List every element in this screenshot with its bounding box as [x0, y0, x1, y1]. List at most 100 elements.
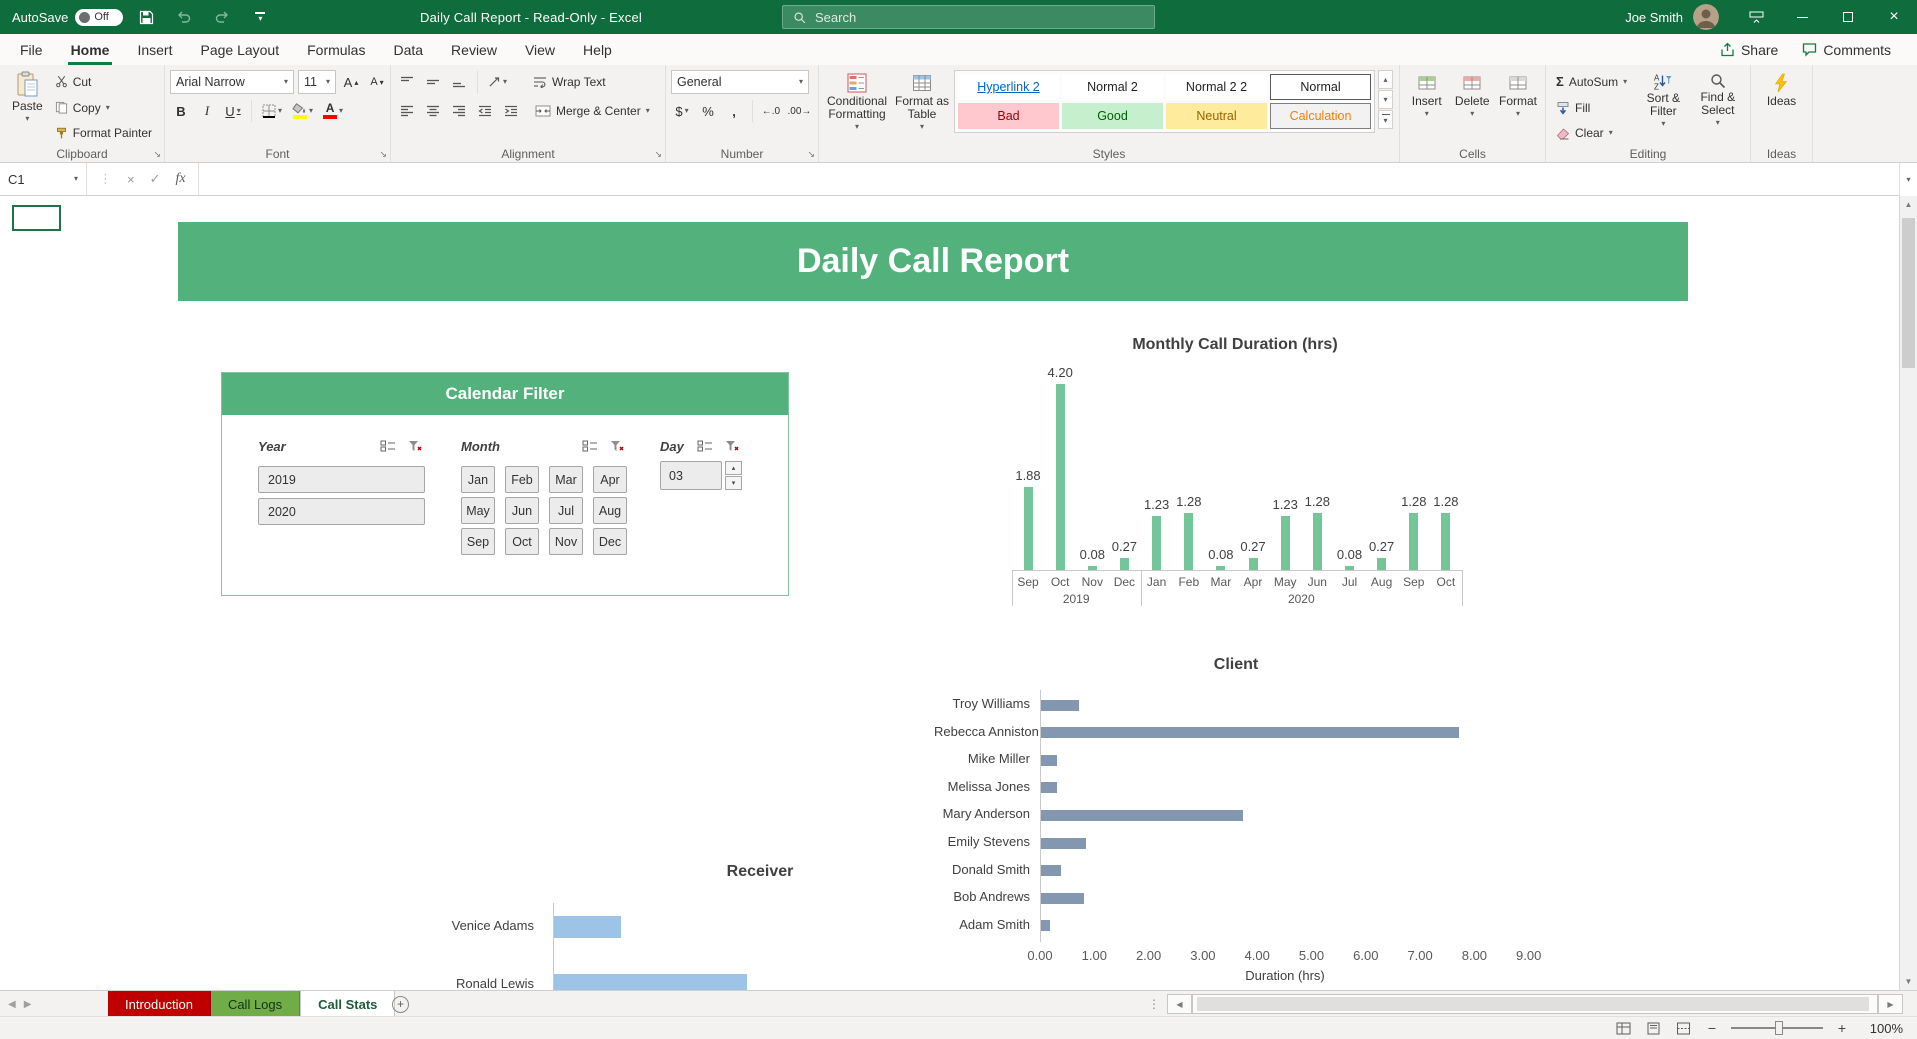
sort-filter-button[interactable]: AZ Sort & Filter ▾ [1636, 68, 1690, 145]
underline-button[interactable]: U ▾ [222, 99, 244, 123]
cancel-icon[interactable]: × [127, 172, 135, 187]
vertical-scrollbar[interactable]: ▲ ▼ [1899, 196, 1917, 990]
vertical-scrollbar-thumb[interactable] [1902, 218, 1915, 368]
find-select-button[interactable]: Find & Select ▾ [1691, 68, 1745, 145]
undo-button[interactable] [169, 0, 199, 34]
minimize-button[interactable] [1779, 0, 1825, 34]
insert-function-icon[interactable]: fx [176, 171, 186, 187]
save-button[interactable] [131, 0, 161, 34]
percent-style-button[interactable]: % [697, 99, 719, 123]
zoom-out-button[interactable]: − [1703, 1020, 1721, 1036]
delete-cells-button[interactable]: Delete ▾ [1451, 68, 1495, 145]
cell-style-normal-2[interactable]: Normal 2 [1062, 74, 1163, 100]
month-clear-filter-button[interactable] [606, 437, 627, 455]
name-box[interactable]: C1 ▾ [0, 163, 86, 195]
merge-center-button[interactable]: Merge & Center ▾ [530, 99, 655, 123]
slicer-item-month-jul[interactable]: Jul [549, 497, 583, 524]
year-multi-select-button[interactable] [377, 437, 398, 455]
enter-icon[interactable]: ✓ [150, 171, 161, 187]
slicer-item-month-may[interactable]: May [461, 497, 495, 524]
align-left-button[interactable] [396, 99, 418, 123]
sheet-tab-introduction[interactable]: Introduction [108, 991, 211, 1017]
comments-button[interactable]: Comments [1794, 34, 1899, 65]
gallery-more-button[interactable]: ▾ [1378, 110, 1393, 129]
horizontal-scrollbar[interactable] [1192, 994, 1878, 1014]
scroll-up-button[interactable]: ▲ [1900, 196, 1917, 213]
scroll-down-button[interactable]: ▼ [1900, 973, 1917, 990]
font-color-button[interactable]: A ▾ [320, 99, 346, 123]
increase-indent-button[interactable] [500, 99, 522, 123]
day-clear-filter-button[interactable] [721, 437, 742, 455]
slicer-item-year-2020[interactable]: 2020 [258, 498, 425, 525]
decrease-indent-button[interactable] [474, 99, 496, 123]
font-name-select[interactable]: Arial Narrow ▾ [170, 70, 294, 94]
search-box[interactable]: Search [782, 5, 1155, 29]
gallery-scroll-up-button[interactable]: ▴ [1378, 70, 1393, 89]
month-multi-select-button[interactable] [579, 437, 600, 455]
zoom-slider-thumb[interactable] [1775, 1021, 1783, 1035]
previous-sheet-button[interactable]: ◀ [8, 999, 16, 1010]
chart-receiver[interactable]: Receiver Venice Adams Ronald Lewis [440, 855, 1080, 990]
menu-tab-file[interactable]: File [6, 34, 57, 65]
slicer-item-month-dec[interactable]: Dec [593, 528, 627, 555]
normal-view-button[interactable] [1613, 1019, 1633, 1037]
worksheet-area[interactable]: Daily Call Report Calendar Filter Year 2… [0, 196, 1899, 990]
alignment-dialog-launcher[interactable]: ↘ [654, 150, 662, 159]
slicer-item-month-jun[interactable]: Jun [505, 497, 539, 524]
ribbon-display-options-button[interactable] [1733, 0, 1779, 34]
slicer-item-month-mar[interactable]: Mar [549, 466, 583, 493]
cell-style-hyperlink-2[interactable]: Hyperlink 2 [958, 74, 1059, 100]
clear-button[interactable]: Clear ▾ [1551, 121, 1636, 145]
maximize-button[interactable] [1825, 0, 1871, 34]
menu-tab-home[interactable]: Home [57, 34, 124, 65]
cell-style-normal-2-2[interactable]: Normal 2 2 [1166, 74, 1267, 100]
increase-decimal-button[interactable]: ←.0 [760, 99, 782, 123]
menu-tab-insert[interactable]: Insert [123, 34, 186, 65]
slicer-item-month-oct[interactable]: Oct [505, 528, 539, 555]
zoom-slider[interactable] [1731, 1021, 1823, 1035]
cut-button[interactable]: Cut [50, 70, 157, 94]
page-layout-view-button[interactable] [1643, 1019, 1663, 1037]
day-spinner-down-button[interactable]: ▾ [725, 476, 742, 490]
year-clear-filter-button[interactable] [404, 437, 425, 455]
zoom-level[interactable]: 100% [1861, 1021, 1903, 1036]
slicer-item-year-2019[interactable]: 2019 [258, 466, 425, 493]
cell-style-good[interactable]: Good [1062, 103, 1163, 129]
chart-monthly-call-duration[interactable]: Monthly Call Duration (hrs) 1.88 Sep 4.20 O… [995, 330, 1475, 630]
cell-style-neutral[interactable]: Neutral [1166, 103, 1267, 129]
copy-button[interactable]: Copy ▾ [50, 96, 157, 120]
page-break-preview-button[interactable] [1673, 1019, 1693, 1037]
format-cells-button[interactable]: Format ▾ [1496, 68, 1540, 145]
align-right-button[interactable] [448, 99, 470, 123]
formula-input[interactable] [199, 163, 1917, 195]
align-middle-button[interactable] [422, 70, 444, 94]
active-cell[interactable] [12, 205, 61, 231]
menu-tab-data[interactable]: Data [379, 34, 437, 65]
ideas-button[interactable]: Ideas [1763, 68, 1800, 145]
borders-button[interactable]: ▾ [259, 99, 285, 123]
new-sheet-button[interactable]: + [392, 991, 409, 1017]
italic-button[interactable]: I [196, 99, 218, 123]
sheet-tab-call-stats[interactable]: Call Stats [300, 991, 396, 1017]
slicer-item-month-feb[interactable]: Feb [505, 466, 539, 493]
clipboard-dialog-launcher[interactable]: ↘ [153, 150, 161, 159]
format-painter-button[interactable]: Format Painter [50, 121, 157, 145]
align-bottom-button[interactable] [448, 70, 470, 94]
autosave-toggle[interactable]: AutoSave Off [12, 8, 124, 26]
align-center-button[interactable] [422, 99, 444, 123]
menu-tab-help[interactable]: Help [569, 34, 626, 65]
cell-style-calculation[interactable]: Calculation [1270, 103, 1371, 129]
format-as-table-button[interactable]: Format as Table ▾ [890, 68, 954, 145]
avatar[interactable] [1693, 4, 1719, 30]
slicer-item-month-jan[interactable]: Jan [461, 466, 495, 493]
number-format-select[interactable]: General ▾ [671, 70, 809, 94]
sheet-tab-call-logs[interactable]: Call Logs [210, 991, 301, 1017]
conditional-formatting-button[interactable]: Conditional Formatting ▾ [824, 68, 890, 145]
insert-cells-button[interactable]: Insert ▾ [1405, 68, 1449, 145]
fill-color-button[interactable]: ▾ [289, 99, 316, 123]
menu-tab-page-layout[interactable]: Page Layout [186, 34, 293, 65]
day-multi-select-button[interactable] [694, 437, 715, 455]
increase-font-size-button[interactable]: A ▴ [340, 70, 362, 94]
cell-style-bad[interactable]: Bad [958, 103, 1059, 129]
day-spinner-up-button[interactable]: ▴ [725, 461, 742, 475]
